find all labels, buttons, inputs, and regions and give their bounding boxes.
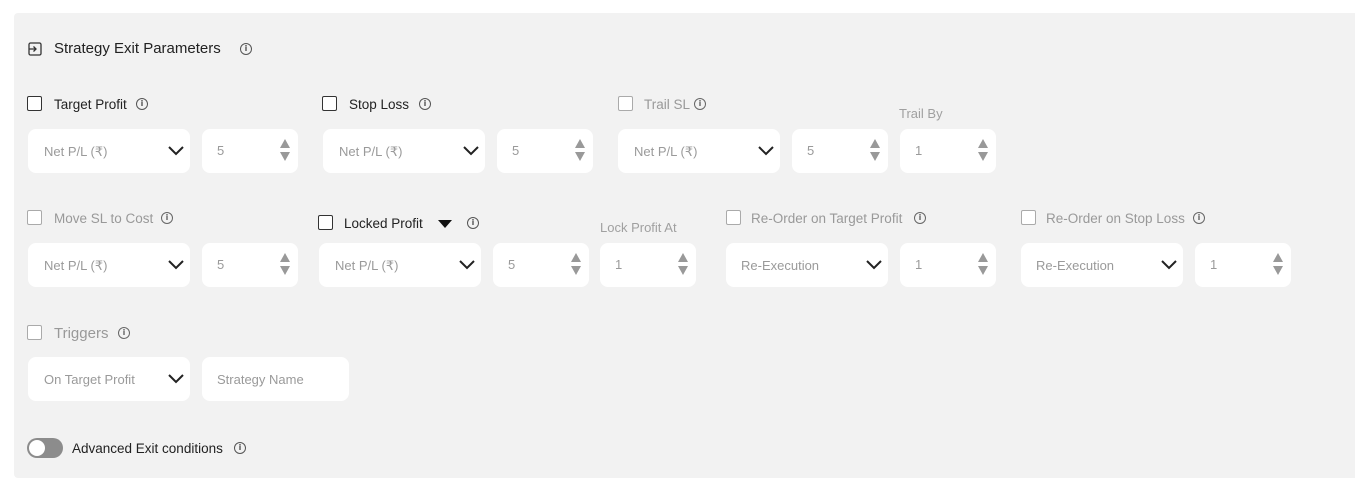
stepper-arrows-icon[interactable] [678, 252, 688, 276]
stepper-arrows-icon[interactable] [978, 252, 988, 276]
reorder-stop-select[interactable]: Re-Execution [1021, 243, 1183, 287]
select-value: Re-Execution [741, 258, 820, 273]
select-value: On Target Profit [44, 372, 135, 387]
locked-profit-type-select[interactable]: Net P/L (₹) [319, 243, 481, 287]
stepper-arrows-icon[interactable] [870, 138, 880, 162]
trail-sl-label: Trail SL [644, 97, 691, 112]
info-icon[interactable]: i [1193, 212, 1205, 224]
chevron-down-icon [168, 374, 184, 384]
move-sl-to-cost-label: Move SL to Cost [54, 211, 154, 226]
target-profit-type-select[interactable]: Net P/L (₹) [28, 129, 190, 173]
stepper-arrows-icon[interactable] [280, 252, 290, 276]
number-value: 5 [807, 143, 815, 158]
info-icon[interactable]: i [419, 98, 431, 110]
reorder-target-checkbox[interactable] [726, 210, 741, 225]
locked-profit-label: Locked Profit [344, 216, 423, 231]
chevron-down-icon [1161, 260, 1177, 270]
exit-icon [28, 42, 42, 56]
locked-profit-value-input[interactable]: 5 [493, 243, 589, 287]
chevron-down-icon [168, 260, 184, 270]
target-profit-label: Target Profit [54, 97, 127, 112]
stepper-arrows-icon[interactable] [575, 138, 585, 162]
stop-loss-checkbox[interactable] [322, 96, 337, 111]
info-icon[interactable]: i [240, 43, 252, 55]
info-icon[interactable]: i [467, 217, 479, 229]
move-sl-type-select[interactable]: Net P/L (₹) [28, 243, 190, 287]
reorder-stop-value-input[interactable]: 1 [1195, 243, 1291, 287]
select-value: Net P/L (₹) [339, 144, 403, 159]
number-value: 5 [508, 257, 516, 272]
info-icon[interactable]: i [161, 212, 173, 224]
chevron-down-icon [758, 146, 774, 156]
move-sl-to-cost-checkbox[interactable] [27, 210, 42, 225]
select-value: Net P/L (₹) [44, 144, 108, 159]
stepper-arrows-icon[interactable] [1273, 252, 1283, 276]
chevron-down-icon [866, 260, 882, 270]
target-profit-checkbox[interactable] [27, 96, 42, 111]
locked-profit-checkbox[interactable] [318, 215, 333, 230]
reorder-stop-checkbox[interactable] [1021, 210, 1036, 225]
chevron-down-icon [459, 260, 475, 270]
stop-loss-value-input[interactable]: 5 [497, 129, 593, 173]
caret-down-icon[interactable] [438, 220, 452, 228]
number-value: 1 [1210, 257, 1218, 272]
trail-by-label: Trail By [899, 106, 943, 121]
trail-sl-value-input[interactable]: 5 [792, 129, 888, 173]
stepper-arrows-icon[interactable] [280, 138, 290, 162]
reorder-target-select[interactable]: Re-Execution [726, 243, 888, 287]
trigger-type-select[interactable]: On Target Profit [28, 357, 190, 401]
number-value: 5 [512, 143, 520, 158]
chevron-down-icon [168, 146, 184, 156]
toggle-knob [29, 440, 45, 456]
info-icon[interactable]: i [694, 98, 706, 110]
reorder-stop-label: Re-Order on Stop Loss [1046, 211, 1185, 226]
target-profit-value-input[interactable]: 5 [202, 129, 298, 173]
triggers-checkbox[interactable] [27, 325, 42, 340]
section-title: Strategy Exit Parameters [54, 40, 221, 57]
move-sl-value-input[interactable]: 5 [202, 243, 298, 287]
trail-sl-type-select[interactable]: Net P/L (₹) [618, 129, 780, 173]
number-value: 5 [217, 143, 225, 158]
chevron-down-icon [463, 146, 479, 156]
reorder-target-value-input[interactable]: 1 [900, 243, 996, 287]
select-value: Net P/L (₹) [44, 258, 108, 273]
number-value: 1 [915, 143, 923, 158]
advanced-exit-toggle[interactable] [27, 438, 63, 458]
triggers-label: Triggers [54, 325, 109, 342]
info-icon[interactable]: i [118, 327, 130, 339]
info-icon[interactable]: i [136, 98, 148, 110]
stop-loss-type-select[interactable]: Net P/L (₹) [323, 129, 485, 173]
select-value: Net P/L (₹) [335, 258, 399, 273]
info-icon[interactable]: i [914, 212, 926, 224]
info-icon[interactable]: i [234, 442, 246, 454]
trail-by-input[interactable]: 1 [900, 129, 996, 173]
strategy-name-input[interactable] [202, 357, 349, 401]
select-value: Re-Execution [1036, 258, 1115, 273]
number-value: 1 [915, 257, 923, 272]
stepper-arrows-icon[interactable] [571, 252, 581, 276]
number-value: 1 [615, 257, 623, 272]
trail-sl-checkbox[interactable] [618, 96, 633, 111]
stop-loss-label: Stop Loss [349, 97, 410, 112]
number-value: 5 [217, 257, 225, 272]
lock-profit-at-input[interactable]: 1 [600, 243, 696, 287]
select-value: Net P/L (₹) [634, 144, 698, 159]
lock-profit-at-label: Lock Profit At [600, 220, 677, 235]
advanced-exit-label: Advanced Exit conditions [72, 441, 223, 456]
reorder-target-label: Re-Order on Target Profit [751, 211, 903, 226]
stepper-arrows-icon[interactable] [978, 138, 988, 162]
